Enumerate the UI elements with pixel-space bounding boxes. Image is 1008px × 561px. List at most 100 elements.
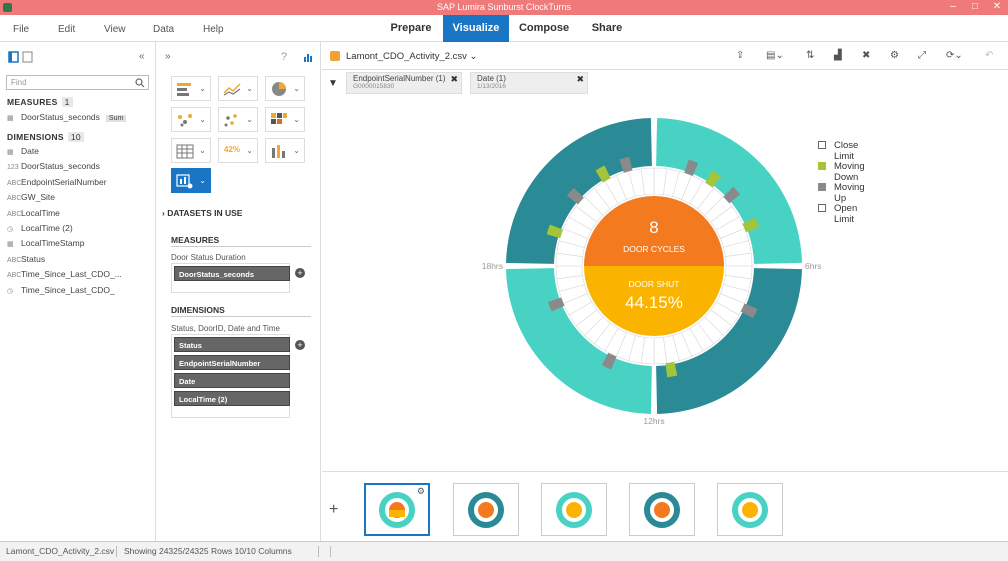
data-panel: « Find MEASURES 1 ▦ DoorStatus_seconds Sum … <box>0 42 156 541</box>
pie-chart-button[interactable]: ⌄ <box>265 76 305 101</box>
custom-chart-button[interactable]: ⌄ <box>171 168 211 193</box>
dimension-item[interactable]: ABCTime_Since_Last_CDO_... <box>7 269 152 283</box>
dimension-type-icon: ABC <box>7 256 22 264</box>
menu-view[interactable]: View <box>104 24 126 35</box>
dimension-item[interactable]: ABCLocalTime <box>7 208 152 222</box>
expand-icon[interactable]: » <box>165 51 171 62</box>
numeric-point-button[interactable]: 42% ⌄ <box>218 138 258 163</box>
mode-visualize[interactable]: Visualize <box>443 15 509 42</box>
dimension-pill[interactable]: LocalTime (2) <box>174 391 290 406</box>
undo-icon[interactable]: ↶ <box>985 50 993 61</box>
help-icon[interactable]: ? <box>281 51 287 63</box>
stacked-chart-button[interactable]: ⌄ <box>265 138 305 163</box>
chart-builder-panel: » ? ⌄ ⌄ ⌄ ⌄ ⌄ ⌄ ⌄ 42% ⌄ ⌄ ⌄ › DATASETS IN… <box>157 42 321 541</box>
minimize-button[interactable]: – <box>942 0 964 15</box>
filter-chip[interactable]: Date (1) 1/13/2016 ✖ <box>470 72 588 94</box>
aggregation-tag: Sum <box>105 115 127 122</box>
visualization-thumbnail[interactable] <box>717 483 783 536</box>
heatmap-chart-icon <box>271 113 287 124</box>
add-visualization-icon[interactable]: + <box>329 501 338 519</box>
settings-gear-icon[interactable]: ⚙ <box>890 50 899 61</box>
remove-filter-icon[interactable]: ✖ <box>450 74 458 85</box>
dimension-item[interactable]: ▦ Date <box>7 146 152 160</box>
visualization-thumbnail[interactable]: ⚙ <box>364 483 430 536</box>
legend-swatch <box>818 162 826 170</box>
status-rows: Showing 24325/24325 Rows 10/10 Columns <box>124 546 292 556</box>
status-bar: Lamont_CDO_Activity_2.csv Showing 24325/… <box>0 541 1008 561</box>
bar-chart-button[interactable]: ⌄ <box>171 76 211 101</box>
bubble-chart-button[interactable]: ⌄ <box>218 107 258 132</box>
dimension-item[interactable]: ABCStatus <box>7 254 152 268</box>
menu-data[interactable]: Data <box>153 24 174 35</box>
refresh-icon[interactable]: ⟳⌄ <box>946 50 963 61</box>
menu-bar: File Edit View Data Help Prepare Visuali… <box>0 15 1008 42</box>
sort-icon[interactable]: ⇅ <box>806 50 814 61</box>
dimension-type-icon: ◷ <box>7 287 14 295</box>
mode-prepare[interactable]: Prepare <box>381 15 441 42</box>
measure-item[interactable]: ▦ DoorStatus_seconds Sum <box>7 112 152 126</box>
dimension-item[interactable]: ABCEndpointSerialNumber <box>7 177 152 191</box>
mode-share[interactable]: Share <box>580 15 634 42</box>
close-button[interactable]: ✕ <box>986 0 1008 15</box>
clock-label: 12hrs <box>643 416 664 426</box>
measure-slot-label: Door Status Duration <box>171 253 246 262</box>
collapse-icon[interactable]: « <box>139 51 145 62</box>
search-icon[interactable] <box>135 78 145 88</box>
line-chart-button[interactable]: ⌄ <box>218 76 258 101</box>
search-placeholder: Find <box>11 78 27 87</box>
chart-settings-icon[interactable] <box>303 52 313 62</box>
legend-swatch <box>818 183 826 191</box>
measures-count: 1 <box>61 97 73 107</box>
dimension-item[interactable]: ◷ LocalTime (2) <box>7 223 152 237</box>
dimension-type-icon: ABC <box>7 272 22 280</box>
dimension-type-icon: ABC <box>7 210 22 218</box>
menu-file[interactable]: File <box>13 24 29 35</box>
dimension-pill[interactable]: EndpointSerialNumber <box>174 355 290 370</box>
legend-swatch <box>818 141 826 149</box>
filter-icon[interactable]: ▼ <box>328 78 338 89</box>
panel-view-icon[interactable] <box>8 51 34 63</box>
dimension-item[interactable]: ▦ LocalTimeStamp <box>7 238 152 252</box>
line-chart-icon <box>223 83 241 96</box>
add-measure-icon[interactable]: + <box>295 268 305 278</box>
visualization-thumbnail[interactable] <box>629 483 695 536</box>
sunburst-chart[interactable]: 0hrs 6hrs 12hrs 18hrs 8 DOOR CYCLES DOOR… <box>322 116 1008 468</box>
menu-edit[interactable]: Edit <box>58 24 75 35</box>
clear-chart-icon[interactable]: ✖ <box>862 50 870 61</box>
bubble-chart-icon <box>224 114 237 127</box>
thumbnail-settings-icon[interactable]: ⚙ <box>417 486 425 497</box>
measure-pill[interactable]: DoorStatus_seconds <box>174 266 290 281</box>
sunburst-thumbnail-icon <box>468 492 504 528</box>
rank-icon[interactable]: ▟ <box>834 50 842 61</box>
clock-label: 0hrs <box>646 116 663 118</box>
add-dimension-icon[interactable]: + <box>295 340 305 350</box>
sunburst-thumbnail-icon <box>556 492 592 528</box>
dimension-pill[interactable]: Date <box>174 373 290 388</box>
visualization-gallery: + ⚙ <box>322 471 1008 541</box>
maximize-button[interactable]: □ <box>964 0 986 15</box>
fullscreen-icon[interactable]: ⤢ <box>918 50 926 61</box>
sunburst-thumbnail-icon <box>732 492 768 528</box>
dimension-item[interactable]: ABCGW_Site <box>7 192 152 206</box>
mode-compose[interactable]: Compose <box>512 15 576 42</box>
menu-help[interactable]: Help <box>203 24 224 35</box>
filter-chip[interactable]: EndpointSerialNumber (1) G0000015830 ✖ <box>346 72 462 94</box>
datasets-in-use-header[interactable]: › DATASETS IN USE <box>162 208 242 218</box>
dimension-type-icon: ▦ <box>7 149 14 156</box>
share-icon[interactable]: ⇪ <box>736 50 744 61</box>
heatmap-chart-button[interactable]: ⌄ <box>265 107 305 132</box>
search-input[interactable]: Find <box>6 75 149 90</box>
bar-chart-icon <box>177 83 191 96</box>
table-chart-button[interactable]: ⌄ <box>171 138 211 163</box>
dimensions-count: 10 <box>67 132 84 142</box>
scatter-chart-button[interactable]: ⌄ <box>171 107 211 132</box>
remove-filter-icon[interactable]: ✖ <box>576 74 584 85</box>
dimension-pill[interactable]: Status <box>174 337 290 352</box>
dataset-tab[interactable]: Lamont_CDO_Activity_2.csv ⌄ <box>346 51 478 62</box>
visualization-thumbnail[interactable] <box>541 483 607 536</box>
dimension-item[interactable]: ◷ Time_Since_Last_CDO_ <box>7 285 152 299</box>
visualization-thumbnail[interactable] <box>453 483 519 536</box>
layout-icon[interactable]: ▤⌄ <box>766 50 784 61</box>
door-cycles-label: DOOR CYCLES <box>623 244 685 254</box>
dimension-item[interactable]: 123 DoorStatus_seconds <box>7 161 152 175</box>
